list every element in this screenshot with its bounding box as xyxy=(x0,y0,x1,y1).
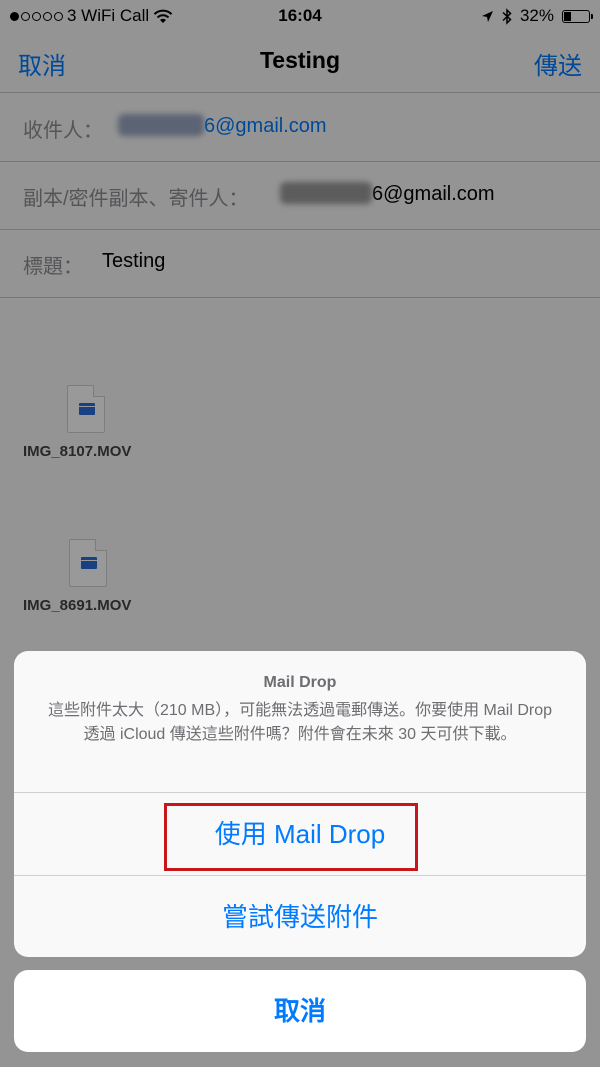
highlight-box xyxy=(164,803,418,871)
action-sheet-title: Mail Drop xyxy=(263,674,337,691)
mail-drop-action-sheet: Mail Drop 這些附件太大（210 MB），可能無法透過電郵傳送。你要使用… xyxy=(14,651,586,957)
action-sheet-cancel-button[interactable]: 取消 xyxy=(14,970,586,1052)
action-sheet-message: 這些附件太大（210 MB），可能無法透過電郵傳送。你要使用 Mail Drop… xyxy=(47,702,553,743)
try-send-attachments-button[interactable]: 嘗試傳送附件 xyxy=(14,876,586,957)
